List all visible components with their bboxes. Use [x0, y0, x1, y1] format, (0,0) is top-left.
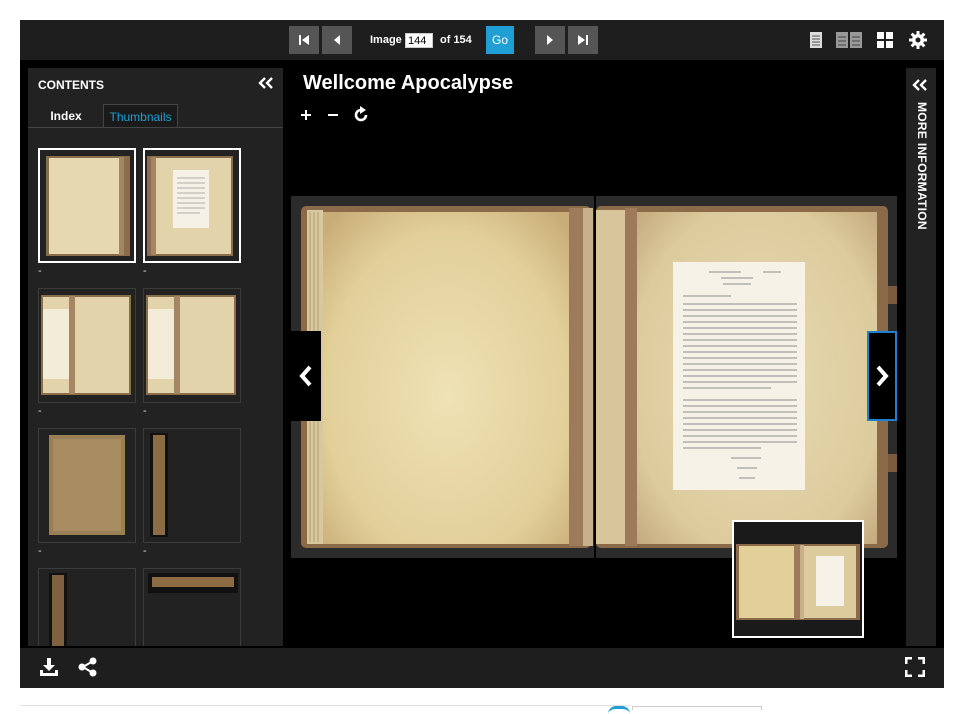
viewer: Image of 154 Go: [20, 20, 944, 688]
page-divider: [20, 705, 630, 706]
collapse-icon: [258, 77, 273, 89]
image-number-input[interactable]: [405, 33, 433, 48]
thumbnail-image: [39, 289, 135, 402]
share-icon: [78, 657, 97, 677]
tab-index[interactable]: Index: [40, 104, 92, 128]
thumbnail-item[interactable]: [143, 568, 241, 646]
share-button[interactable]: [77, 656, 99, 683]
one-up-view-button[interactable]: [809, 29, 823, 51]
thumbnail-label: -: [38, 545, 42, 557]
one-up-view-icon: [810, 32, 822, 48]
thumbnail-label: -: [38, 265, 42, 277]
two-up-view-button[interactable]: [836, 29, 864, 51]
first-page-button[interactable]: [289, 26, 319, 54]
last-page-icon: [578, 35, 588, 45]
thumbnail-item[interactable]: [143, 288, 241, 403]
image-label: Image: [370, 34, 402, 46]
previous-page-arrow[interactable]: [291, 331, 321, 421]
two-up-view-icon: [836, 32, 862, 48]
tab-divider: [28, 127, 283, 128]
contents-panel: CONTENTS Index Thumbnails - - - - - -: [28, 68, 283, 646]
thumbnail-image: [145, 150, 239, 261]
more-information-panel: MORE INFORMATION: [906, 68, 936, 646]
chevron-left-icon: [299, 365, 312, 387]
rotate-icon: [354, 106, 368, 122]
chevron-right-icon: [876, 365, 889, 387]
page-title: Wellcome Apocalypse: [303, 72, 514, 94]
next-page-arrow[interactable]: [867, 331, 897, 421]
thumbnail-image: [144, 569, 240, 646]
thumbnail-item[interactable]: [38, 288, 136, 403]
expand-more-info-button[interactable]: [912, 78, 928, 97]
gallery-view-icon: [877, 32, 893, 48]
fullscreen-button[interactable]: [904, 656, 926, 682]
book-spread-image: [291, 196, 897, 558]
thumbnail-image: [144, 429, 240, 542]
collapse-icon: [912, 79, 927, 91]
thumbnail-item[interactable]: [38, 148, 136, 263]
total-images-label: of 154: [440, 34, 472, 46]
zoom-out-button[interactable]: [326, 108, 340, 127]
first-page-icon: [299, 35, 309, 45]
thumbnail-item[interactable]: [143, 428, 241, 543]
thumbnail-item[interactable]: [38, 428, 136, 543]
settings-icon: [909, 31, 927, 49]
zoom-in-icon: [301, 110, 311, 120]
contents-heading: CONTENTS: [38, 78, 104, 92]
settings-button[interactable]: [908, 29, 928, 51]
top-toolbar: Image of 154 Go: [20, 20, 944, 60]
prev-page-icon: [334, 35, 340, 45]
thumbnail-label: -: [38, 405, 42, 417]
partial-control: [632, 706, 762, 710]
thumbnail-item[interactable]: [38, 568, 136, 646]
prev-page-button[interactable]: [322, 26, 352, 54]
rotate-button[interactable]: [352, 106, 370, 129]
last-page-button[interactable]: [568, 26, 598, 54]
thumbnail-label: -: [143, 405, 147, 417]
more-information-label[interactable]: MORE INFORMATION: [913, 102, 929, 230]
thumbnail-image: [39, 569, 135, 646]
thumbnail-image: [40, 150, 134, 261]
go-button[interactable]: Go: [486, 26, 514, 54]
thumbnail-image: [39, 429, 135, 542]
navigator-overview[interactable]: [732, 520, 864, 638]
bottom-toolbar: [20, 648, 944, 688]
zoom-out-icon: [328, 114, 338, 116]
fullscreen-icon: [904, 656, 926, 678]
download-button[interactable]: [38, 656, 60, 683]
zoom-in-button[interactable]: [299, 108, 313, 127]
next-page-icon: [547, 35, 553, 45]
thumbnail-label: -: [143, 545, 147, 557]
next-page-button[interactable]: [535, 26, 565, 54]
thumbnail-label: -: [143, 265, 147, 277]
download-icon: [40, 658, 58, 676]
gallery-view-button[interactable]: [876, 29, 894, 51]
collapse-contents-button[interactable]: [258, 76, 274, 95]
thumbnail-item[interactable]: [143, 148, 241, 263]
spinner-fragment: [608, 706, 630, 714]
tab-thumbnails[interactable]: Thumbnails: [103, 104, 178, 128]
thumbnail-image: [144, 289, 240, 402]
navigator-image: [734, 522, 862, 636]
